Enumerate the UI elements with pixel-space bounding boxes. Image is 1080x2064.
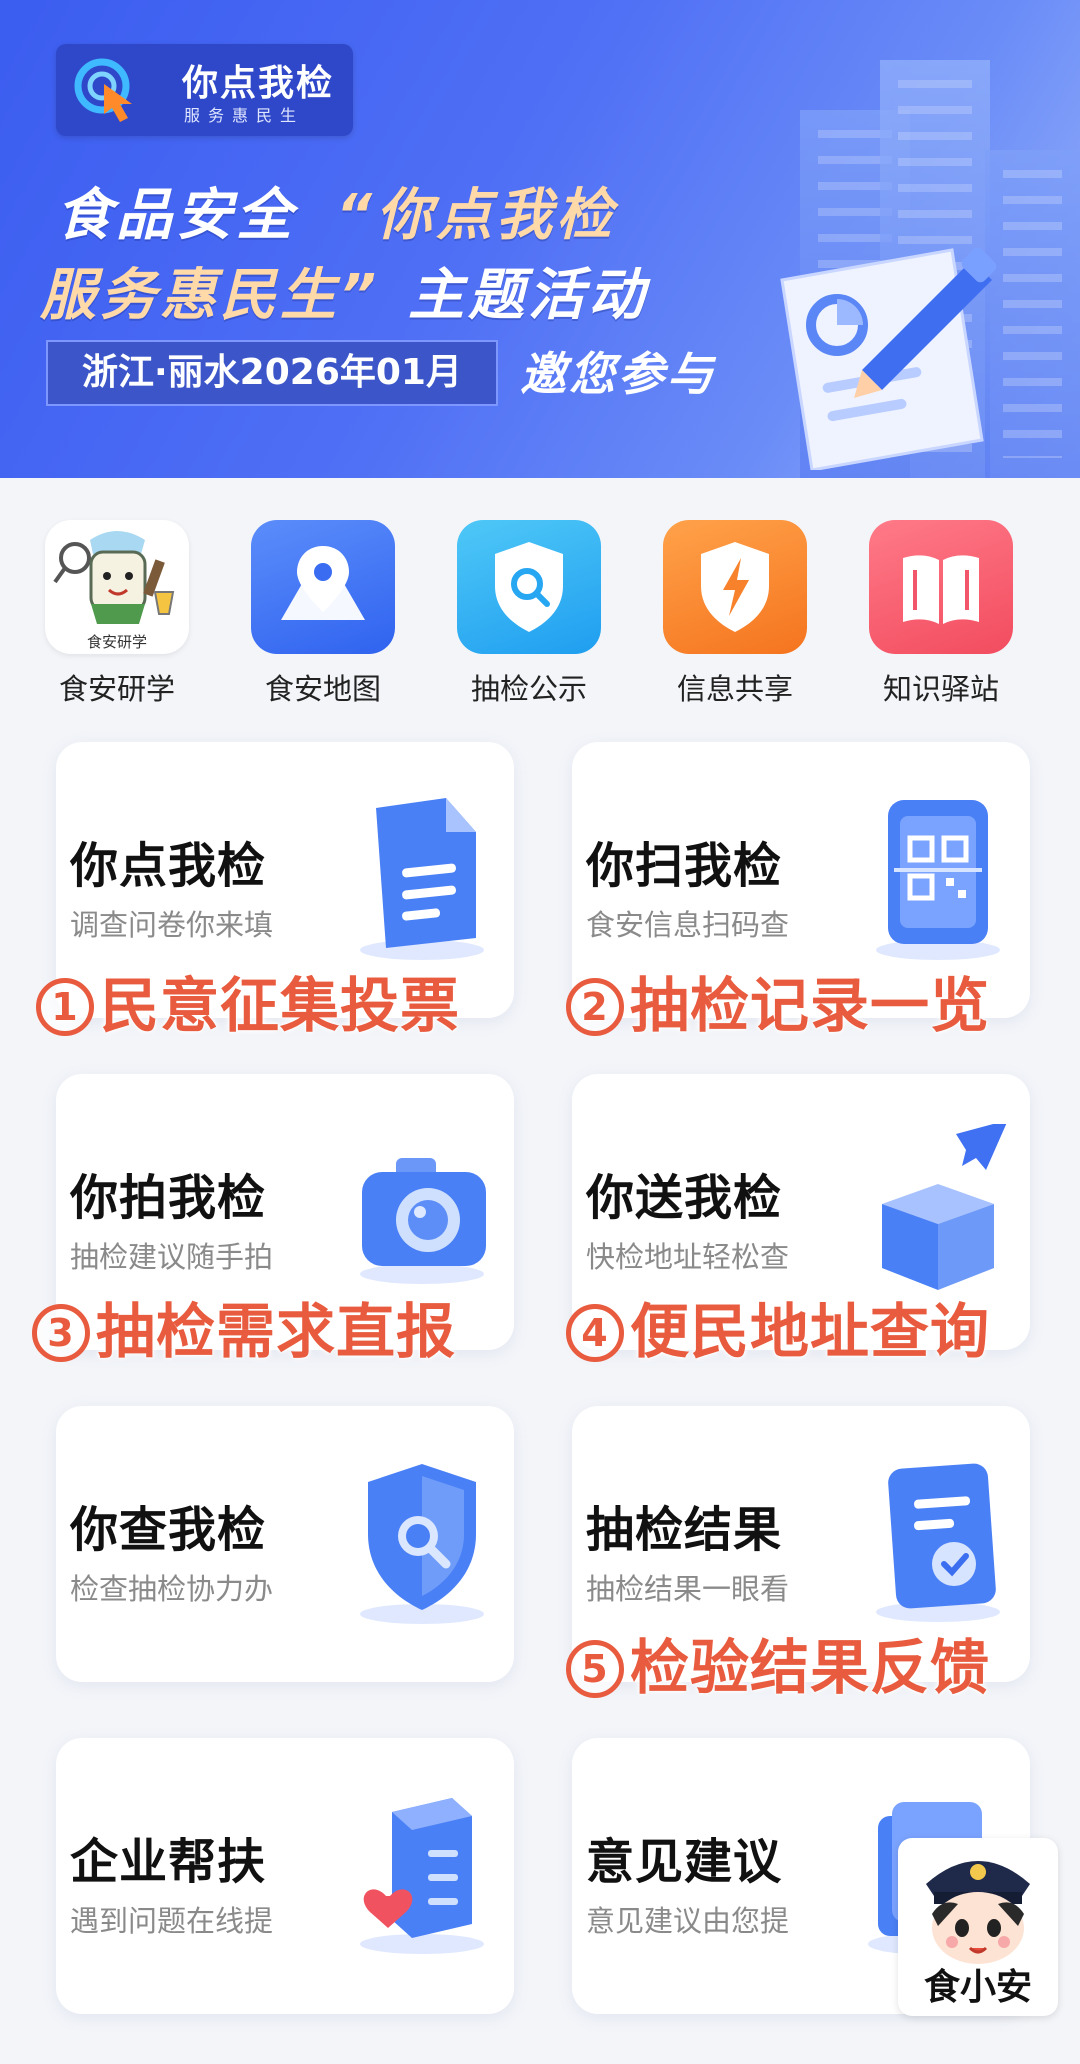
headline-line-2: 服务惠民生” 主题活动 [40,250,648,331]
floating-mascot-assistant[interactable]: 食小安 [898,1838,1058,2016]
headline-text: 主题活动 [408,263,649,328]
invite-text: 邀您参与 [520,347,716,401]
shortcut-label: 抽检公示 [470,672,587,706]
headline-text: 食品安全 [56,183,296,248]
document-icon [360,798,484,960]
mascot-tile: 食安研学 [45,520,189,654]
annotation-text: 抽检需求直报 [96,1297,457,1366]
shield-search-icon [495,542,563,632]
shortcut-label: 信息共享 [676,672,793,706]
card-title: 企业帮扶 [70,1834,267,1890]
card-enterprise-support[interactable]: 企业帮扶 遇到问题在线提 [56,1738,514,2014]
annotation-text: 便民地址查询 [630,1297,991,1366]
card-title: 抽检结果 [586,1502,783,1558]
annotation-2: 2 抽检记录一览 [566,958,990,1043]
box-send-icon [882,1124,1007,1290]
touch-pointer-icon [74,58,132,122]
annotation-5: 5 检验结果反馈 [566,1620,990,1705]
annotation-number: 2 [566,978,624,1036]
shield-search-icon [360,1464,484,1624]
shortcut-label: 知识驿站 [882,672,999,706]
card-subtitle: 意见建议由您提 [586,1904,790,1938]
mascot-badge-text: 食安研学 [87,633,147,651]
shortcut-food-safety-study[interactable]: 食安研学 食安研学 [42,520,192,710]
shield-tile [457,520,601,654]
annotation-number: 3 [32,1304,90,1362]
document-pen-illustration [780,247,997,470]
card-subtitle: 遇到问题在线提 [70,1904,274,1938]
annotation-number: 4 [566,1304,624,1362]
card-subtitle: 抽检结果一眼看 [586,1572,790,1606]
annotation-1: 1 民意征集投票 [36,958,460,1043]
headline-highlight: 服务惠民生” [40,263,381,328]
app-logo: 你点我检 服务惠民生 [56,44,353,136]
headline-line-1: 食品安全 “你点我检 [56,170,616,251]
shield-bolt-icon [701,542,769,632]
location-date-badge: 浙江·丽水2026年01月 [46,340,498,406]
card-subtitle: 调查问卷你来填 [70,908,274,942]
card-subtitle: 抽检建议随手拍 [70,1240,274,1274]
annotation-text: 抽检记录一览 [630,971,991,1040]
police-mascot-icon [926,1861,1030,1964]
camera-icon [360,1158,486,1284]
annotation-number: 5 [566,1640,624,1698]
book-tile [869,520,1013,654]
shortcut-food-safety-map[interactable]: 食安地图 [248,520,398,710]
logo-subtitle: 服务惠民生 [184,106,305,125]
activity-banner[interactable]: 你点我检 服务惠民生 食品安全 “你点我检 服务惠民生” 主题活动 浙江·丽水202… [0,0,1080,478]
bolt-tile [663,520,807,654]
annotation-number: 1 [36,978,94,1036]
mascot-icon: 食安研学 [53,531,175,651]
card-title: 你扫我检 [586,838,783,894]
card-title: 你送我检 [586,1170,783,1226]
shortcut-label: 食安地图 [264,672,381,706]
card-title: 你拍我检 [70,1170,267,1226]
headline-highlight: “你点我检 [336,183,617,248]
mascot-name: 食小安 [923,1967,1032,2008]
card-title: 意见建议 [586,1834,783,1890]
card-you-inspect-we-check[interactable]: 你查我检 检查抽检协力办 [56,1406,514,1682]
map-pin-icon [281,546,365,620]
map-tile [251,520,395,654]
qr-code-icon [876,800,1000,960]
annotation-4: 4 便民地址查询 [566,1284,990,1369]
annotation-text: 民意征集投票 [100,971,461,1040]
card-subtitle: 检查抽检协力办 [70,1572,274,1606]
shortcut-inspection-notice[interactable]: 抽检公示 [454,520,604,710]
report-check-icon [876,1463,1000,1622]
logo-title: 你点我检 [182,63,335,104]
shortcut-label: 食安研学 [58,672,175,706]
card-subtitle: 食安信息扫码查 [586,908,790,942]
card-subtitle: 快检地址轻松查 [586,1240,790,1274]
card-title: 你点我检 [70,838,267,894]
shortcut-grid: 食安研学 食安研学 食安地图 抽检公示 信息共享 知识驿站 [0,520,1080,710]
shortcut-knowledge-station[interactable]: 知识驿站 [866,520,1016,710]
annotation-3: 3 抽检需求直报 [32,1284,456,1369]
card-title: 你查我检 [70,1502,267,1558]
server-heart-icon [360,1798,484,1954]
annotation-text: 检验结果反馈 [630,1633,991,1702]
book-icon [903,555,979,624]
shortcut-info-sharing[interactable]: 信息共享 [660,520,810,710]
